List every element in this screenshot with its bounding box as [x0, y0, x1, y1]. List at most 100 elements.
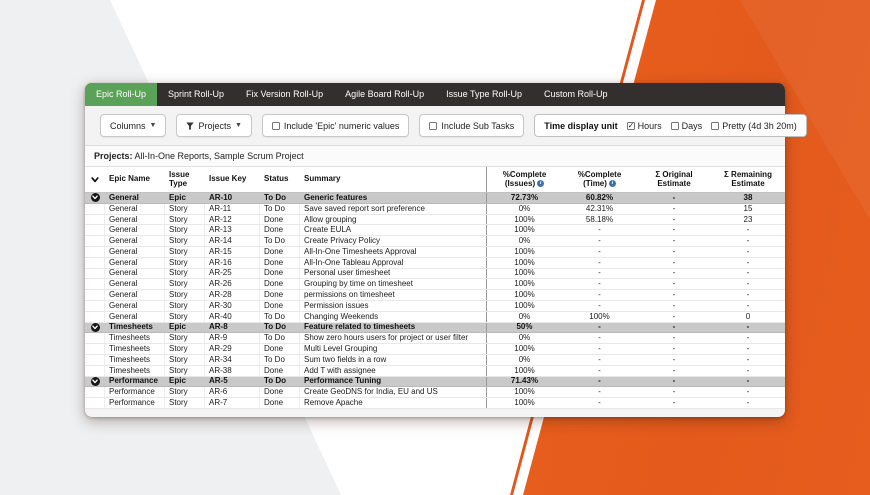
cell-epic-name: Timesheets [105, 344, 165, 354]
tab-issue-type-roll-up[interactable]: Issue Type Roll-Up [435, 83, 533, 106]
table-row: Timesheets Story AR-9 To Do Show zero hours … [85, 333, 785, 345]
cell-epic-name: General [105, 257, 165, 268]
cell-expander [85, 279, 105, 290]
cell-issue-type: Story [165, 214, 205, 225]
cell-pc-time: - [598, 344, 601, 354]
cell-remain-estimate: - [746, 300, 750, 310]
cell-expander [85, 354, 105, 365]
cell-orig-estimate: - [672, 279, 676, 289]
time-unit-option-hours[interactable]: Hours [626, 121, 662, 131]
cell-issue-key: AR-15 [205, 246, 260, 257]
cell-pc-issues: 0% [518, 354, 531, 364]
cell-pc-time: - [598, 365, 601, 375]
cell-remain-estimate: - [746, 246, 750, 256]
cell-orig-estimate: - [672, 311, 676, 321]
table-row: General Story AR-13 Done Create EULA 100% - - - [85, 225, 785, 237]
cell-remain-estimate: - [746, 354, 750, 364]
column-header-issue-key: Issue Key [209, 174, 247, 184]
cell-epic-name: General [105, 203, 165, 214]
column-header-pc-time: %Complete (Time) i [577, 169, 622, 188]
collapse-epic-icon[interactable] [90, 376, 100, 386]
cell-pc-issues: 100% [514, 290, 535, 300]
tab-bar: Epic Roll-Up Sprint Roll-Up Fix Version Ro… [85, 83, 785, 106]
panel-footer [85, 408, 785, 416]
cell-issue-key: AR-29 [205, 344, 260, 354]
cell-remain-estimate: - [746, 236, 750, 246]
include-epic-values-checkbox[interactable]: Include 'Epic' numeric values [261, 114, 410, 137]
cell-summary: Performance Tuning [300, 376, 487, 387]
cell-pc-time: - [598, 398, 601, 408]
cell-issue-type: Story [165, 225, 205, 236]
column-header-pc-issues: %Complete (Issues) i [502, 169, 547, 188]
cell-status: Done [260, 246, 300, 257]
cell-status: Done [260, 387, 300, 398]
cell-remain-estimate: - [746, 365, 750, 375]
column-header-expander[interactable] [85, 167, 105, 192]
cell-orig-estimate: - [672, 193, 676, 202]
cell-issue-key: AR-9 [205, 333, 260, 344]
tab-sprint-roll-up[interactable]: Sprint Roll-Up [157, 83, 235, 106]
cell-orig-estimate: - [672, 398, 676, 408]
cell-status: Done [260, 214, 300, 225]
cell-epic-name: General [109, 193, 139, 202]
cell-issue-type: Story [165, 333, 205, 344]
cell-pc-issues: 72.73% [510, 193, 539, 202]
cell-pc-issues: 100% [514, 246, 535, 256]
tab-custom-roll-up[interactable]: Custom Roll-Up [533, 83, 619, 106]
cell-remain-estimate: - [746, 268, 750, 278]
cell-remain-estimate: - [746, 376, 750, 386]
projects-breadcrumb-label: Projects: [94, 151, 133, 161]
cell-orig-estimate: - [672, 290, 676, 300]
cell-remain-estimate: - [746, 387, 750, 397]
cell-pc-time: - [598, 225, 601, 235]
cell-epic-name: Timesheets [105, 365, 165, 376]
cell-issue-key: AR-16 [205, 257, 260, 268]
cell-issue-key: AR-30 [205, 300, 260, 311]
time-unit-option-days[interactable]: Days [670, 121, 702, 131]
tab-agile-board-roll-up[interactable]: Agile Board Roll-Up [334, 83, 435, 106]
tab-fix-version-roll-up[interactable]: Fix Version Roll-Up [235, 83, 334, 106]
cell-issue-type: Story [165, 300, 205, 311]
info-icon[interactable]: i [537, 180, 545, 188]
info-icon[interactable]: i [608, 180, 616, 188]
cell-issue-type: Epic [169, 376, 186, 386]
cell-summary: Show zero hours users for project or use… [300, 333, 487, 344]
table-row: General Story AR-11 To Do Save saved report … [85, 203, 785, 215]
include-subtasks-checkbox[interactable]: Include Sub Tasks [419, 114, 525, 137]
collapse-epic-icon[interactable] [90, 322, 100, 332]
cell-remain-estimate: 23 [743, 214, 753, 224]
cell-issue-key: AR-7 [205, 398, 260, 408]
column-header-status: Status [264, 174, 289, 184]
collapse-epic-icon[interactable] [90, 193, 100, 203]
cell-issue-key: AR-14 [205, 236, 260, 246]
cell-expander [85, 246, 105, 257]
tab-epic-roll-up[interactable]: Epic Roll-Up [85, 83, 158, 106]
cell-summary: Remove Apache [300, 398, 487, 408]
cell-epic-name: General [105, 268, 165, 279]
cell-orig-estimate: - [672, 236, 676, 246]
column-header-remain-estimate: Σ Remaining Estimate [724, 169, 772, 188]
cell-remain-estimate: - [746, 257, 750, 267]
cell-status: Done [260, 300, 300, 311]
cell-summary: Create GeoDNS for India, EU and US [300, 387, 487, 398]
cell-orig-estimate: - [672, 257, 676, 267]
cell-pc-issues: 0% [518, 333, 531, 343]
projects-dropdown-button[interactable]: Projects ▼ [176, 114, 252, 137]
cell-orig-estimate: - [672, 333, 676, 343]
columns-dropdown-button[interactable]: Columns ▼ [100, 114, 167, 137]
cell-remain-estimate: - [746, 344, 750, 354]
cell-status: To Do [264, 322, 287, 332]
cell-summary: Personal user timesheet [300, 268, 487, 279]
column-header-orig-estimate: Σ Original Estimate [655, 169, 693, 188]
table-row: General Story AR-16 Done All-In-One Tableau … [85, 257, 785, 269]
cell-pc-time: 60.82% [585, 193, 614, 202]
table-row: Performance Story AR-6 Done Create GeoDNS fo… [85, 387, 785, 399]
cell-orig-estimate: - [672, 322, 676, 332]
cell-pc-time: - [598, 387, 601, 397]
cell-expander [85, 344, 105, 354]
cell-epic-name: General [105, 225, 165, 236]
cell-issue-key: AR-8 [209, 322, 228, 332]
cell-orig-estimate: - [672, 203, 676, 213]
table-row: General Story AR-26 Done Grouping by time on… [85, 279, 785, 291]
time-unit-option-pretty-4d-3h-20m[interactable]: Pretty (4d 3h 20m) [711, 121, 797, 131]
